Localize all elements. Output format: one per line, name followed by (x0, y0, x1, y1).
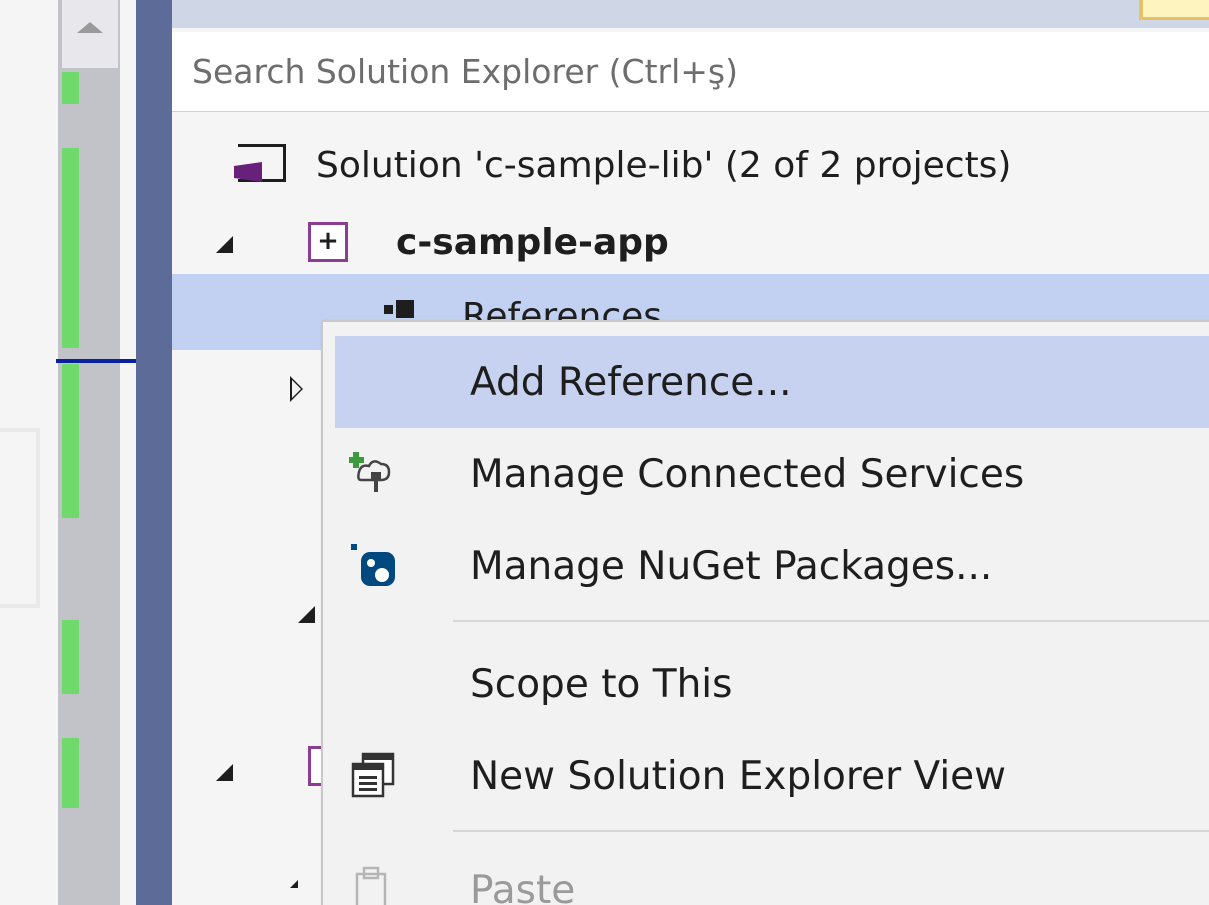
references-icon (384, 300, 414, 318)
menu-item-manage-connected-services[interactable]: Manage Connected Services (335, 428, 1209, 520)
search-box[interactable] (172, 32, 1209, 112)
menu-item-label: Add Reference... (470, 359, 792, 405)
menu-item-manage-nuget-packages[interactable]: Manage NuGet Packages... (335, 520, 1209, 612)
connected-services-icon (348, 450, 397, 498)
chevron-up-icon (77, 21, 103, 33)
menu-item-paste[interactable]: Paste (335, 844, 1209, 905)
change-marker (62, 738, 79, 808)
context-menu: Add Reference... Manage Connected Servic… (321, 320, 1209, 905)
panel-splitter[interactable] (136, 0, 172, 905)
change-marker (62, 148, 79, 348)
ide-window: Solution 'c-sample-lib' (2 of 2 projects… (0, 0, 1209, 905)
menu-item-add-reference[interactable]: Add Reference... (335, 336, 1209, 428)
cpp-project-icon: + (308, 222, 348, 262)
caret-position-marker (56, 359, 136, 363)
change-marker (62, 620, 79, 694)
project-label: c-sample-app (396, 221, 669, 263)
menu-separator (453, 620, 1209, 622)
menu-item-label: Paste (470, 867, 576, 905)
tree-item-project[interactable]: + c-sample-app (172, 212, 1209, 272)
explorer-toolbar (172, 0, 1209, 28)
menu-item-label: Scope to This (470, 661, 733, 707)
expanded-arrow-icon[interactable] (298, 606, 315, 623)
menu-item-label: Manage Connected Services (470, 451, 1025, 497)
expanded-arrow-icon[interactable] (216, 764, 233, 781)
toolbar-highlight (1139, 0, 1209, 20)
menu-item-new-solution-explorer-view[interactable]: New Solution Explorer View (335, 730, 1209, 822)
editor-area (0, 0, 60, 905)
solution-label: Solution 'c-sample-lib' (2 of 2 projects… (316, 144, 1012, 186)
expanded-arrow-icon[interactable] (216, 236, 233, 253)
nuget-icon (349, 542, 397, 590)
expanded-arrow-icon[interactable] (290, 880, 298, 888)
menu-separator (453, 830, 1209, 832)
search-input[interactable] (172, 51, 1209, 92)
change-marker (62, 72, 79, 104)
collapsed-arrow-icon[interactable] (290, 376, 303, 402)
menu-item-label: New Solution Explorer View (470, 753, 1007, 799)
menu-item-label: Manage NuGet Packages... (470, 543, 993, 589)
new-view-icon (349, 752, 397, 800)
paste-icon (349, 866, 397, 905)
menu-item-scope-to-this[interactable]: Scope to This (335, 638, 1209, 730)
tree-item-solution[interactable]: Solution 'c-sample-lib' (2 of 2 projects… (172, 135, 1209, 195)
solution-icon (234, 144, 286, 182)
change-marker (62, 364, 79, 518)
scroll-up-button[interactable] (62, 0, 118, 68)
editor-ghost-panel (0, 428, 40, 608)
